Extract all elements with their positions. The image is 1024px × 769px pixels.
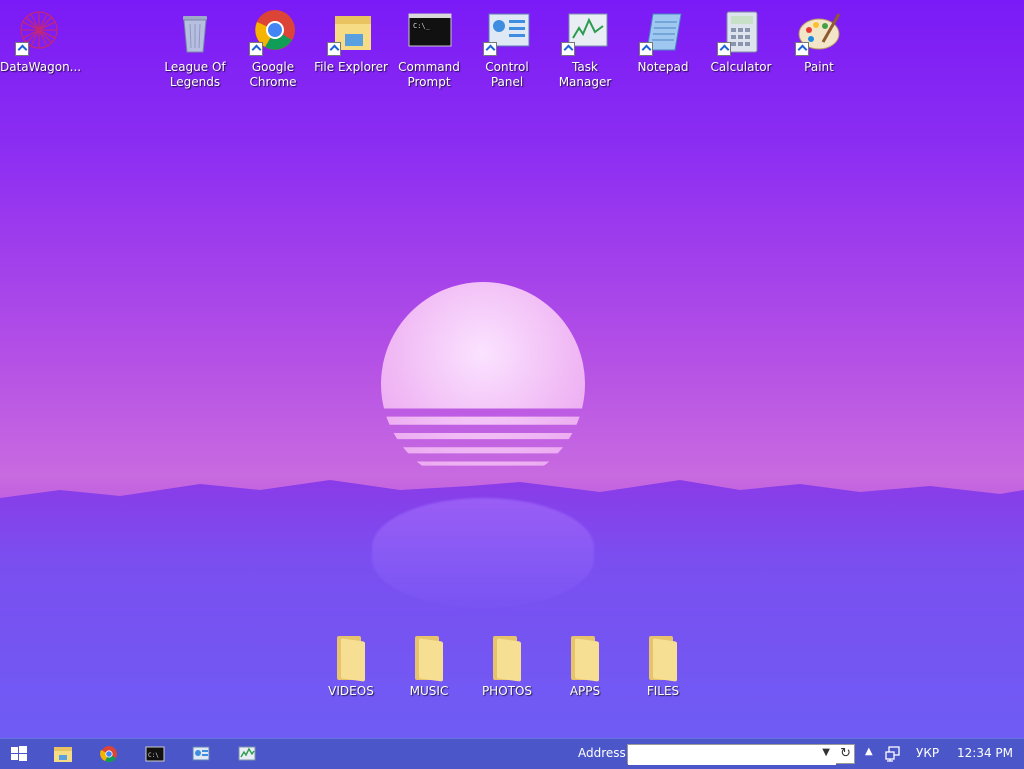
desktop-icon-datawagon[interactable]: DataWagon... [0,8,82,75]
desktop-icon-label: Google Chrome [249,60,297,89]
desktop-folder-photos[interactable]: PHOTOS [468,636,546,699]
taskbar-control-panel[interactable] [191,744,211,764]
desktop-icon-command-prompt[interactable]: C:\_ Command Prompt [390,8,468,90]
shortcut-arrow-icon [249,42,263,56]
datawagon-icon [15,8,63,56]
taskbar-task-manager[interactable] [237,744,257,764]
clock[interactable]: 12:34 PM [957,746,1013,760]
taskbar-file-explorer[interactable] [53,744,73,764]
svg-text:C:\: C:\ [148,752,159,759]
language-indicator[interactable]: УКР [916,746,939,760]
desktop-icon-control-panel[interactable]: Control Panel [468,8,546,90]
address-toolbar: ▼ ↻ [627,744,855,765]
control-panel-icon [192,746,210,761]
folder-label: VIDEOS [328,684,374,698]
folder-icon [491,636,523,682]
folder-icon [413,636,445,682]
desktop-icon-label: Calculator [710,60,772,74]
desktop-icon-label: Notepad [637,60,689,74]
desktop-icon-google-chrome[interactable]: Google Chrome [234,8,312,90]
desktop-icon-task-manager[interactable]: Task Manager [546,8,624,90]
shortcut-arrow-icon [483,42,497,56]
chrome-icon [249,8,297,56]
folder-icon [647,636,679,682]
wallpaper-sun [381,282,585,466]
paint-icon [795,8,843,56]
network-monitor-icon [885,746,900,762]
desktop-icon-label: File Explorer [314,60,388,74]
folder-label: FILES [646,684,680,698]
desktop-icon-calculator[interactable]: Calculator [702,8,780,75]
shortcut-arrow-icon [561,42,575,56]
shortcut-arrow-icon [717,42,731,56]
address-toolbar-label: Address [578,746,626,760]
task-manager-icon [561,8,609,56]
chevron-down-icon[interactable]: ▼ [822,747,830,758]
desktop-icon-file-explorer[interactable]: File Explorer [312,8,390,75]
taskbar: C:\ Address ▼ ↻ ▲ УКР 12:34 PM [0,738,1024,769]
file-explorer-icon [327,8,375,56]
refresh-icon[interactable]: ↻ [840,746,851,761]
folder-label: APPS [569,684,601,698]
network-icon[interactable] [884,745,902,763]
shortcut-arrow-icon [795,42,809,56]
desktop-wallpaper [0,0,1024,738]
desktop-icon-label: Command Prompt [398,60,460,89]
command-prompt-icon: C:\_ [405,8,453,56]
desktop-icon-label: League Of Legends [164,60,226,89]
control-panel-icon [483,8,531,56]
folder-icon [335,636,367,682]
desktop-icon-notepad[interactable]: Notepad [624,8,702,75]
desktop-icon-label: Paint [804,60,834,74]
notepad-icon [639,8,687,56]
desktop-folder-files[interactable]: FILES [624,636,702,699]
calculator-icon [717,8,765,56]
folder-label: PHOTOS [481,684,533,698]
shortcut-arrow-icon [639,42,653,56]
taskbar-command-prompt[interactable]: C:\ [145,744,165,764]
start-button[interactable] [9,744,29,764]
folder-label: MUSIC [409,684,449,698]
taskbar-google-chrome[interactable] [99,744,119,764]
folder-icon [569,636,601,682]
file-explorer-icon [54,747,72,762]
desktop-icon-paint[interactable]: Paint [780,8,858,75]
chevron-up-icon[interactable]: ▲ [865,746,873,757]
desktop-icon-label: DataWagon... [0,60,82,74]
desktop-folder-music[interactable]: MUSIC [390,636,468,699]
task-manager-icon [238,746,256,761]
desktop-folder-videos[interactable]: VIDEOS [312,636,390,699]
address-input[interactable] [628,747,836,765]
desktop-folder-apps[interactable]: APPS [546,636,624,699]
windows-logo-icon [11,746,27,761]
shortcut-arrow-icon [327,42,341,56]
desktop-icon-league-of-legends[interactable]: League Of Legends [156,8,234,90]
desktop-icon-label: Control Panel [485,60,529,89]
command-prompt-icon: C:\ [145,746,165,762]
desktop-icon-label: Task Manager [558,60,612,89]
wallpaper-reflection [372,498,594,608]
svg-text:C:\_: C:\_ [413,22,431,30]
chrome-icon [100,746,117,763]
shortcut-arrow-icon [15,42,29,56]
recycle-bin-icon [171,8,219,56]
